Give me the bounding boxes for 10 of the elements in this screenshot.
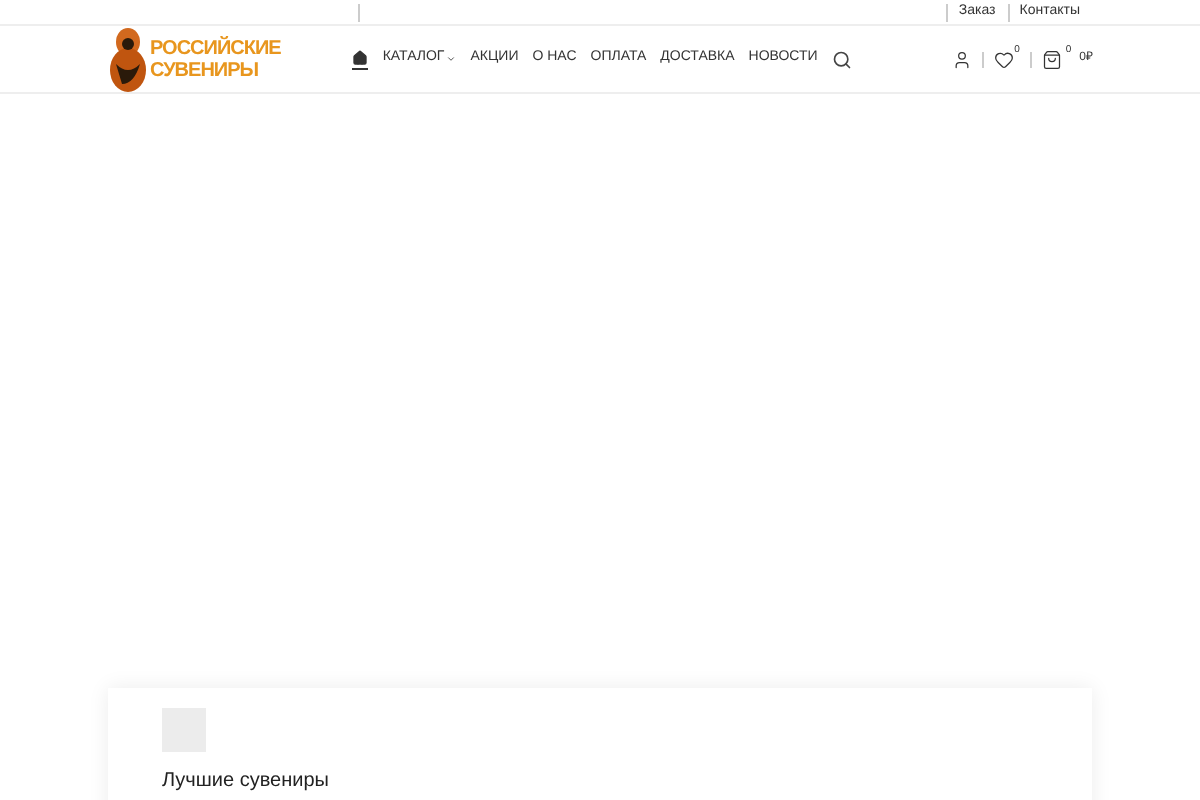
caret-icon xyxy=(446,54,457,64)
user-icon[interactable] xyxy=(952,49,973,69)
logo-text: СУВЕНИРЫ xyxy=(150,59,261,81)
nesting-doll-icon xyxy=(110,27,146,91)
logo-text: РОССИЙСКИЕ xyxy=(150,37,281,59)
heart-icon[interactable] xyxy=(994,49,1015,69)
home-icon[interactable] xyxy=(352,49,369,69)
card-title: Лучшие сувениры xyxy=(162,768,331,796)
search-icon[interactable] xyxy=(831,49,852,69)
bag-icon[interactable] xyxy=(1041,49,1062,69)
